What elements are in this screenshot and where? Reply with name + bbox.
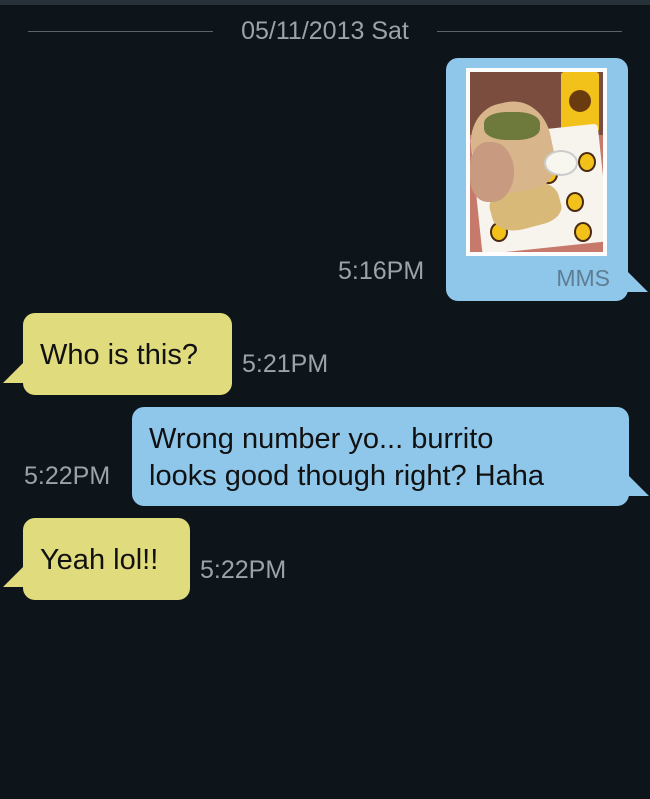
top-edge: [0, 0, 650, 5]
date-divider-line-left: [28, 31, 213, 32]
photo-paper-logo: [574, 222, 592, 242]
message-time: 5:22PM: [24, 462, 111, 490]
burrito-photo: [470, 72, 603, 252]
message-time: 5:22PM: [200, 556, 287, 584]
photo-cup-logo: [569, 90, 591, 112]
burrito-photo-thumbnail[interactable]: [466, 68, 607, 256]
message-text-line: looks good though right? Haha: [149, 460, 545, 492]
received-bubble-tail: [3, 565, 25, 587]
message-text: Who is this?: [40, 339, 198, 371]
message-text-line: Wrong number yo... burrito: [149, 423, 494, 455]
mms-message-bubble[interactable]: MMS: [446, 58, 628, 301]
photo-paper-logo: [566, 192, 584, 212]
received-message-bubble[interactable]: Yeah lol!!: [23, 518, 190, 600]
photo-sauce-cup: [544, 150, 578, 176]
message-time: 5:16PM: [338, 257, 425, 285]
date-header: 05/11/2013 Sat: [241, 17, 409, 45]
photo-paper-logo: [578, 152, 596, 172]
sent-message-bubble[interactable]: Wrong number yo... burrito looks good th…: [132, 407, 629, 506]
date-divider-line-right: [437, 31, 622, 32]
message-time: 5:21PM: [242, 350, 329, 378]
sent-bubble-tail: [626, 270, 648, 292]
sent-bubble-tail: [627, 474, 649, 496]
received-bubble-tail: [3, 361, 25, 383]
conversation-screen: 05/11/2013 Sat 5:16PM MMS Who is this? 5…: [0, 0, 650, 799]
photo-hand: [470, 142, 514, 202]
date-divider: 05/11/2013 Sat: [0, 14, 650, 50]
photo-burrito-filling: [484, 112, 540, 140]
received-message-bubble[interactable]: Who is this?: [23, 313, 232, 395]
message-text: Yeah lol!!: [40, 544, 159, 576]
mms-label: MMS: [556, 265, 610, 291]
